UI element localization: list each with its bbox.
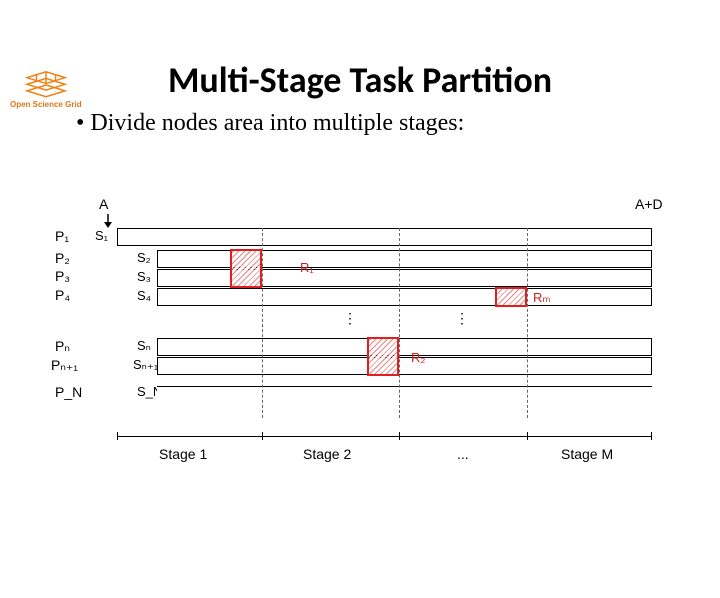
osg-logo: Open Science Grid [10, 70, 82, 109]
divider-3 [527, 228, 528, 418]
s-label-3: S₃ [137, 269, 151, 284]
row-label-p1: P₁ [55, 228, 69, 244]
r-label-1: R₁ [300, 260, 314, 275]
tick [651, 432, 652, 440]
label-a-plus-d: A+D [635, 196, 663, 212]
r-label-m: Rₘ [533, 290, 551, 306]
stage-axis [117, 436, 652, 437]
tick [527, 432, 528, 440]
slide-title: Multi-Stage Task Partition [0, 58, 720, 102]
row-label-p2: P₂ [55, 250, 70, 266]
s-label-4: S₄ [137, 288, 151, 303]
row-label-pn1: Pₙ₊₁ [51, 357, 78, 374]
region-r1 [230, 249, 262, 288]
stage-2-label: Stage 2 [303, 446, 351, 462]
row-label-p4: P₄ [55, 287, 70, 303]
region-r2 [367, 337, 399, 376]
bullet-line: Divide nodes area into multiple stages: [76, 110, 720, 137]
row-label-pn: Pₙ [55, 338, 70, 355]
partition-diagram: A A+D P₁ S₁ P₂ S₂ P₃ S₃ P₄ S₄ ⋮ ⋮ Pₙ Sₙ … [55, 202, 685, 502]
s-label-2: S₂ [137, 250, 151, 265]
bar-p1 [117, 228, 652, 246]
row-label-pN: P_N [55, 384, 82, 400]
divider-1 [262, 228, 263, 418]
ellipsis-col-2: ⋮ [455, 310, 469, 327]
logo-text: Open Science Grid [10, 100, 82, 109]
region-rm [495, 287, 527, 307]
ellipsis-col-1: ⋮ [343, 310, 357, 327]
bar-pN [157, 386, 652, 404]
r-label-2: R₂ [411, 350, 425, 365]
divider-2 [399, 228, 400, 418]
bar-p4 [157, 288, 652, 306]
s-label-n1: Sₙ₊₁ [133, 357, 158, 373]
label-a: A [99, 196, 108, 212]
tick [399, 432, 400, 440]
osg-grid-icon [24, 70, 68, 100]
s-label-1: S₁ [95, 228, 108, 243]
bar-pn1 [157, 357, 652, 375]
tick [262, 432, 263, 440]
tick [117, 432, 118, 440]
bar-pn [157, 338, 652, 356]
row-label-p3: P₃ [55, 268, 70, 284]
stage-ellipsis-label: ... [457, 446, 469, 462]
s-label-n: Sₙ [137, 338, 151, 354]
stage-m-label: Stage M [561, 446, 613, 462]
stage-1-label: Stage 1 [159, 446, 207, 462]
